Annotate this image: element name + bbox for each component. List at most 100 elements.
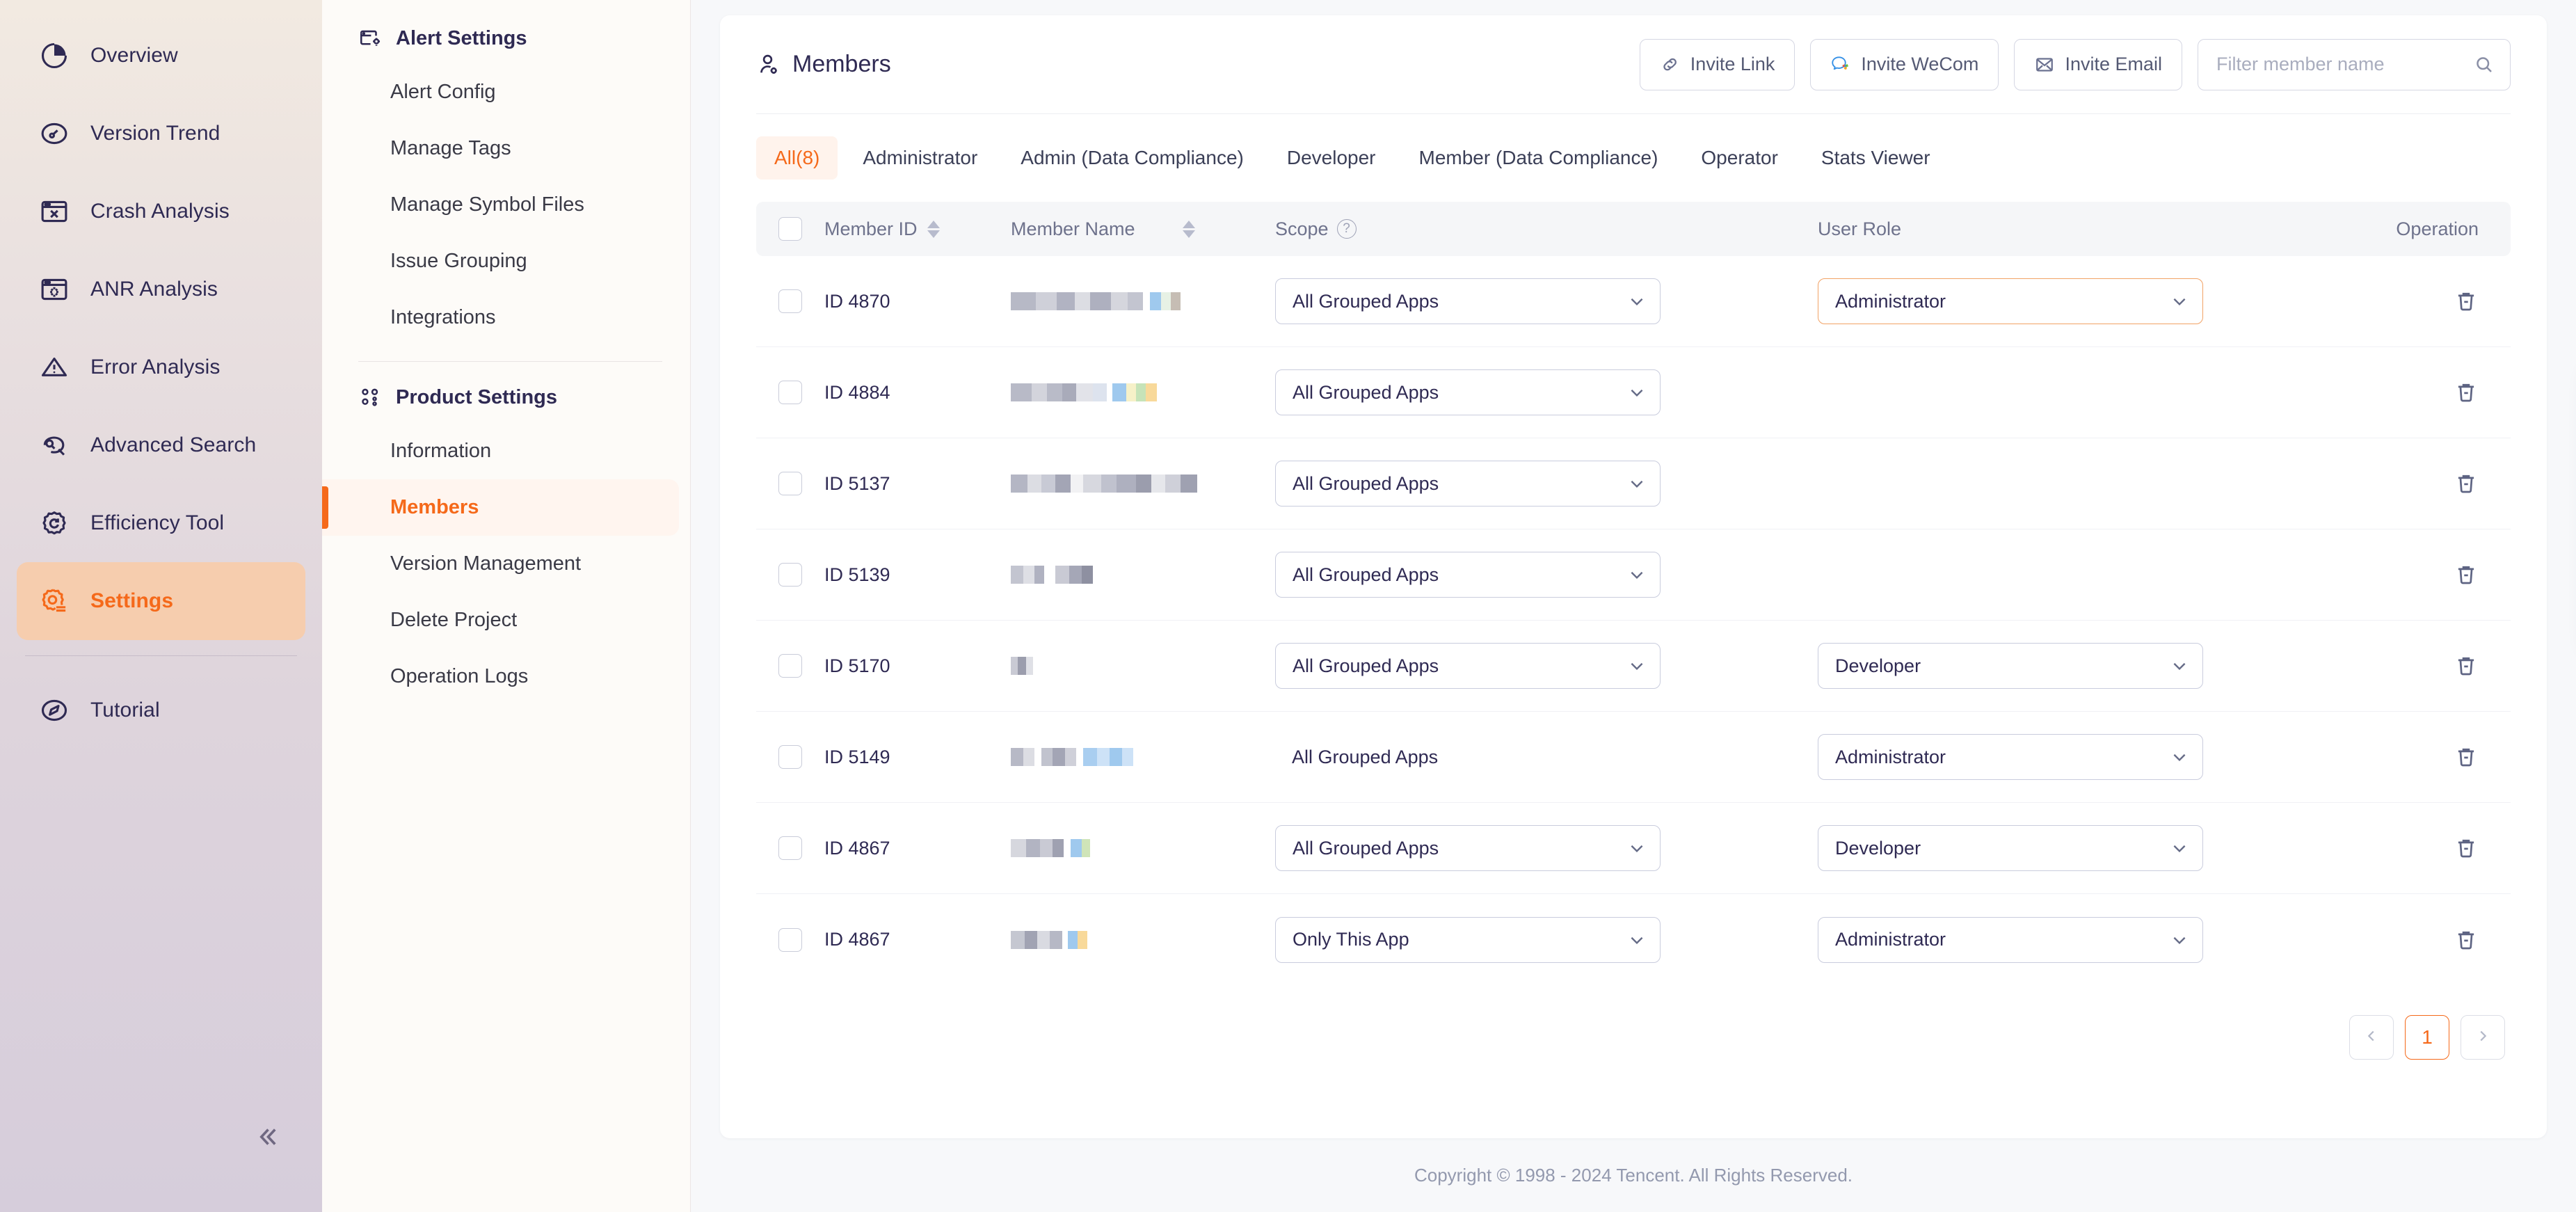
prev-page-button[interactable] xyxy=(2349,1015,2394,1060)
chevron-down-icon xyxy=(1628,657,1646,675)
redacted-name xyxy=(1011,286,1181,317)
next-page-icon xyxy=(2475,1026,2490,1048)
page-1-button[interactable]: 1 xyxy=(2405,1015,2449,1060)
scope-select[interactable]: All Grouped Apps xyxy=(1275,825,1661,871)
search-icon[interactable] xyxy=(2474,54,2495,75)
user-role-select[interactable]: Developer xyxy=(1818,643,2203,689)
scope-select[interactable]: All Grouped Apps xyxy=(1275,461,1661,507)
grid-dots-icon xyxy=(358,385,382,409)
user-role-select[interactable]: Administrator xyxy=(1818,278,2203,324)
copyright-footer: Copyright © 1998 - 2024 Tencent. All Rig… xyxy=(720,1138,2547,1212)
cell-operation xyxy=(2319,927,2511,952)
double-chevron-left-icon[interactable] xyxy=(246,1116,288,1158)
sidebar-item-anr-analysis[interactable]: ANR Analysis xyxy=(17,250,305,328)
row-checkbox[interactable] xyxy=(778,289,802,313)
row-checkbox[interactable] xyxy=(778,654,802,678)
sidebar-item-advanced-search[interactable]: Advanced Search xyxy=(17,406,305,484)
header-member-id[interactable]: Member ID xyxy=(824,218,1011,240)
row-checkbox[interactable] xyxy=(778,836,802,860)
sort-member-id-icon[interactable] xyxy=(927,220,940,238)
tab-developer[interactable]: Developer xyxy=(1269,136,1394,180)
sidebar-item-label: Manage Symbol Files xyxy=(390,193,584,216)
table-row: ID 5170 All Grouped Apps Developer xyxy=(756,621,2511,712)
invite-wecom-button[interactable]: Invite WeCom xyxy=(1810,38,1999,90)
user-role-select[interactable]: Developer xyxy=(1818,825,2203,871)
sidebar-item-efficiency-tool[interactable]: Efficiency Tool xyxy=(17,484,305,562)
row-checkbox[interactable] xyxy=(778,745,802,769)
scope-help-icon[interactable]: ? xyxy=(1336,219,1357,239)
scope-text: All Grouped Apps xyxy=(1292,746,1439,767)
sidebar-item-issue-grouping[interactable]: Issue Grouping xyxy=(322,233,679,289)
table-row: ID 5137 All Grouped Apps xyxy=(756,438,2511,529)
scope-select[interactable]: All Grouped Apps xyxy=(1275,643,1661,689)
sidebar-item-delete-project[interactable]: Delete Project xyxy=(322,592,679,648)
sidebar-item-information[interactable]: Information xyxy=(322,423,679,479)
search-box[interactable] xyxy=(2198,38,2511,90)
user-role-select[interactable]: Administrator xyxy=(1818,916,2203,963)
delete-member-icon[interactable] xyxy=(2454,380,2479,405)
gear-refresh-icon xyxy=(39,508,70,539)
sidebar-item-integrations[interactable]: Integrations xyxy=(322,289,679,346)
sort-member-name-icon[interactable] xyxy=(1182,220,1195,238)
row-checkbox[interactable] xyxy=(778,472,802,495)
user-role-select-value: Developer xyxy=(1835,837,1921,859)
tab-admin-data-compliance[interactable]: Admin (Data Compliance) xyxy=(1002,136,1262,180)
delete-member-icon[interactable] xyxy=(2454,562,2479,587)
sidebar-item-operation-logs[interactable]: Operation Logs xyxy=(322,648,679,705)
header-member-name[interactable]: Member Name xyxy=(1011,218,1275,240)
sidebar-item-manage-symbol-files[interactable]: Manage Symbol Files xyxy=(322,177,679,233)
cell-operation xyxy=(2319,836,2511,861)
sidebar-item-overview[interactable]: Overview xyxy=(17,17,305,95)
sidebar-item-error-analysis[interactable]: Error Analysis xyxy=(17,328,305,406)
scope-select-value: All Grouped Apps xyxy=(1293,655,1439,676)
table-header-row: Member ID Member Name Scope ? User Role xyxy=(756,202,2511,256)
card-header: Members Invite Link Invite WeCom Invite … xyxy=(756,15,2511,114)
tab-operator[interactable]: Operator xyxy=(1683,136,1796,180)
chevron-down-icon xyxy=(1628,292,1646,310)
row-checkbox[interactable] xyxy=(778,563,802,587)
scope-select[interactable]: All Grouped Apps xyxy=(1275,369,1661,415)
header-scope: Scope ? xyxy=(1275,218,1818,240)
sidebar-item-manage-tags[interactable]: Manage Tags xyxy=(322,120,679,177)
tab-member-data-compliance[interactable]: Member (Data Compliance) xyxy=(1401,136,1677,180)
row-checkbox[interactable] xyxy=(778,381,802,404)
sidebar-item-version-trend[interactable]: Version Trend xyxy=(17,95,305,173)
scope-select[interactable]: Only This App xyxy=(1275,916,1661,963)
user-role-select-value: Administrator xyxy=(1835,746,1946,767)
cell-operation xyxy=(2319,380,2511,405)
row-checkbox[interactable] xyxy=(778,927,802,952)
sidebar-item-settings[interactable]: Settings xyxy=(17,562,305,640)
sidebar-item-alert-config[interactable]: Alert Config xyxy=(322,64,679,120)
search-input[interactable] xyxy=(2198,39,2510,90)
chevron-down-icon xyxy=(1628,475,1646,493)
delete-member-icon[interactable] xyxy=(2454,653,2479,678)
sidebar-item-tutorial[interactable]: Tutorial xyxy=(17,671,305,749)
select-all-checkbox[interactable] xyxy=(778,217,802,241)
delete-member-icon[interactable] xyxy=(2454,289,2479,314)
cell-member-name-redacted xyxy=(1011,286,1275,317)
delete-member-icon[interactable] xyxy=(2454,744,2479,770)
delete-member-icon[interactable] xyxy=(2454,836,2479,861)
tab-administrator[interactable]: Administrator xyxy=(845,136,995,180)
scope-select[interactable]: All Grouped Apps xyxy=(1275,552,1661,598)
cell-scope: All Grouped Apps xyxy=(1275,643,1818,689)
next-page-button[interactable] xyxy=(2461,1015,2505,1060)
sidebar-item-version-management[interactable]: Version Management xyxy=(322,536,679,592)
tab-stats-viewer[interactable]: Stats Viewer xyxy=(1803,136,1949,180)
invite-email-button[interactable]: Invite Email xyxy=(2014,38,2182,90)
sidebar-item-label: Issue Grouping xyxy=(390,250,527,272)
cell-operation xyxy=(2319,562,2511,587)
sidebar-item-crash-analysis[interactable]: Crash Analysis xyxy=(17,173,305,250)
sidebar-item-members[interactable]: Members xyxy=(322,479,679,536)
invite-wecom-label: Invite WeCom xyxy=(1861,54,1979,74)
user-role-select[interactable]: Administrator xyxy=(1818,734,2203,780)
cell-member-id: ID 5137 xyxy=(824,472,890,494)
delete-member-icon[interactable] xyxy=(2454,927,2479,952)
tab-all[interactable]: All(8) xyxy=(756,136,838,180)
user-role-select-value: Developer xyxy=(1835,655,1921,676)
invite-link-button[interactable]: Invite Link xyxy=(1639,38,1795,90)
invite-email-label: Invite Email xyxy=(2065,54,2162,74)
page-title-text: Members xyxy=(792,51,891,77)
delete-member-icon[interactable] xyxy=(2454,471,2479,496)
scope-select[interactable]: All Grouped Apps xyxy=(1275,278,1661,324)
